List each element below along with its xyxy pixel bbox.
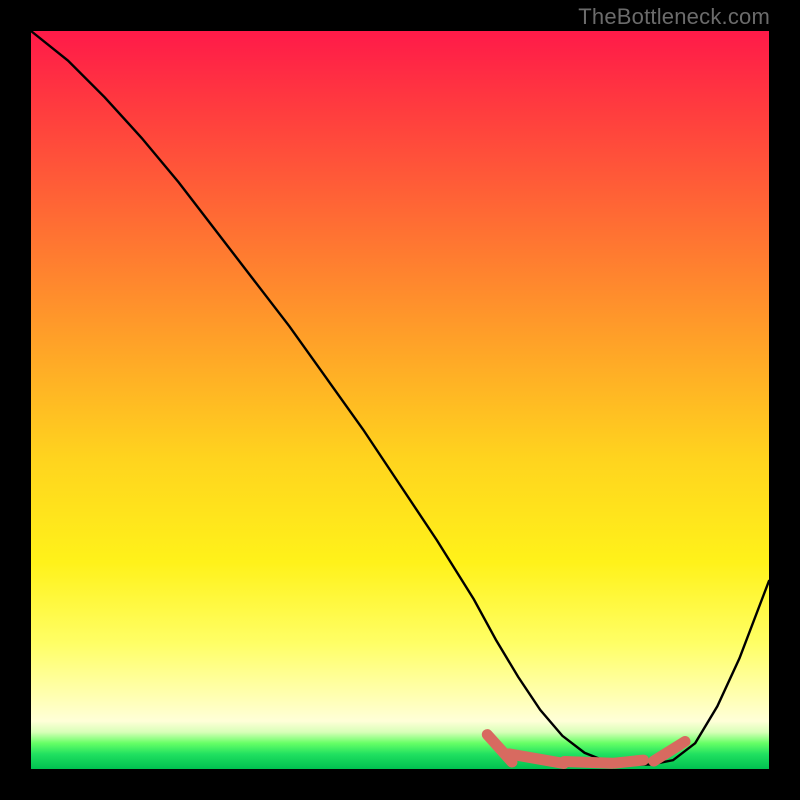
highlight-dash — [654, 742, 685, 762]
chart-frame: TheBottleneck.com — [0, 0, 800, 800]
bottleneck-curve — [31, 31, 769, 765]
highlight-dash — [564, 762, 612, 764]
highlight-dash — [614, 760, 643, 763]
highlight-markers — [487, 735, 685, 764]
watermark-text: TheBottleneck.com — [578, 4, 770, 30]
chart-svg — [31, 31, 769, 769]
plot-area — [31, 31, 769, 769]
